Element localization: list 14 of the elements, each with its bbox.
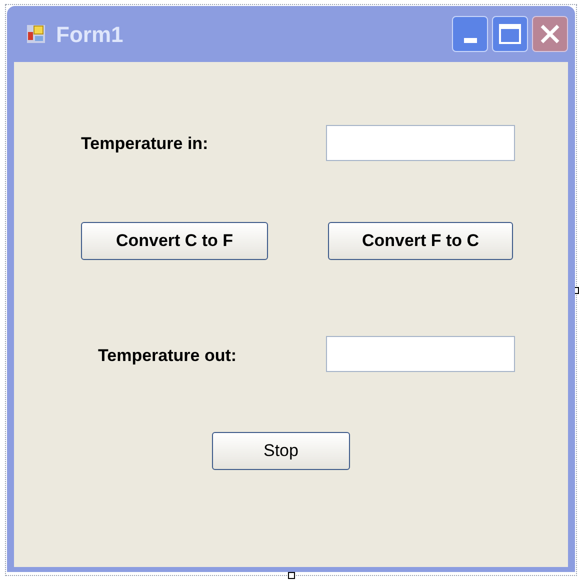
temperature-in-field[interactable] [326,125,515,161]
temperature-out-label: Temperature out: [98,345,237,367]
close-icon [539,23,561,45]
temperature-out-field[interactable] [326,336,515,372]
maximize-button[interactable] [492,16,528,52]
minimize-button[interactable] [452,16,488,52]
window-title: Form1 [56,20,124,48]
convert-f-to-c-button[interactable]: Convert F to C [328,222,513,260]
form-icon [26,24,46,44]
convert-c-to-f-button[interactable]: Convert C to F [81,222,268,260]
stop-button[interactable]: Stop [212,432,350,470]
close-button[interactable] [532,16,568,52]
temperature-in-label: Temperature in: [81,133,208,155]
resize-handle-icon[interactable] [288,572,295,579]
